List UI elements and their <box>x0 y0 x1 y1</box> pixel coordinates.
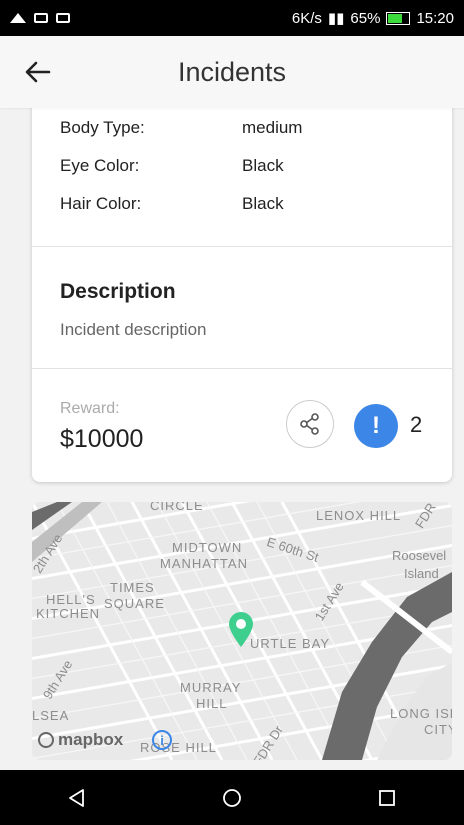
reward-label: Reward: <box>60 400 120 417</box>
map-label: KITCHEN <box>36 606 101 621</box>
arrow-left-icon <box>25 61 51 83</box>
divider <box>32 368 452 369</box>
map-label: CITY <box>424 722 452 737</box>
notification-icons <box>10 13 70 23</box>
eye-color-value: Black <box>242 156 284 175</box>
back-button[interactable] <box>18 54 58 90</box>
map-label: MURRAY <box>180 680 242 695</box>
map-label: SQUARE <box>104 596 165 611</box>
map-label: LSEA <box>32 708 70 723</box>
exclamation-icon: ! <box>372 412 380 439</box>
battery-percent: 65% <box>350 9 381 27</box>
hair-color-label: Hair Color: <box>60 194 142 213</box>
nav-home-button[interactable] <box>212 778 252 818</box>
description-title: Description <box>60 280 176 303</box>
share-button[interactable] <box>286 400 334 448</box>
mapbox-logo-icon <box>38 732 54 748</box>
map-label: HELL'S <box>46 592 96 607</box>
share-icon <box>300 413 319 435</box>
divider <box>32 246 452 247</box>
map-label: CIRCLE <box>150 502 204 513</box>
hair-color-value: Black <box>242 194 284 213</box>
alert-button[interactable]: ! <box>354 404 398 448</box>
nav-back-button[interactable] <box>57 778 97 818</box>
map-label: LONG ISL <box>390 706 452 721</box>
map-label: HILL <box>196 696 228 711</box>
map-label: MANHATTAN <box>160 556 248 571</box>
description-text: Incident description <box>60 320 207 339</box>
signal-icon: ▮▮ <box>327 10 345 27</box>
eye-color-label: Eye Color: <box>60 156 140 175</box>
square-recents-icon <box>378 789 395 806</box>
app-bar: Incidents <box>0 36 464 108</box>
notification-icon <box>56 13 70 23</box>
status-bar: 6K/s ▮▮ 65% 15:20 <box>0 0 464 36</box>
system-nav-bar <box>0 770 464 825</box>
circle-home-icon <box>223 788 241 807</box>
battery-icon <box>386 11 411 25</box>
mapbox-logo[interactable]: mapbox <box>38 730 123 750</box>
system-status: 6K/s ▮▮ 65% 15:20 <box>291 9 454 28</box>
map-label: Island <box>404 566 439 581</box>
alert-count: 2 <box>410 412 423 437</box>
nav-recents-button[interactable] <box>367 778 407 818</box>
incident-card: Body Type: medium Eye Color: Black Hair … <box>32 100 452 482</box>
mapbox-text: mapbox <box>58 730 124 749</box>
map-label: URTLE BAY <box>250 636 331 651</box>
map-label: MIDTOWN <box>172 540 243 555</box>
location-pin-icon[interactable] <box>228 612 254 648</box>
network-speed: 6K/s <box>291 9 322 27</box>
clock: 15:20 <box>416 9 454 27</box>
map-label: LENOX HILL <box>316 508 402 523</box>
notification-icon <box>10 13 26 23</box>
reward-value: $10000 <box>60 425 144 453</box>
body-type-label: Body Type: <box>60 118 145 137</box>
map-label: TIMES <box>110 580 155 595</box>
map-label: Roosevel <box>392 548 447 563</box>
map-view[interactable]: CIRCLE LENOX HILL MIDTOWN MANHATTAN Roos… <box>32 502 452 760</box>
body-type-value: medium <box>242 118 303 137</box>
info-icon[interactable]: i <box>152 730 172 750</box>
notification-icon <box>34 13 48 23</box>
page-title: Incidents <box>177 56 287 87</box>
triangle-back-icon <box>69 788 85 807</box>
